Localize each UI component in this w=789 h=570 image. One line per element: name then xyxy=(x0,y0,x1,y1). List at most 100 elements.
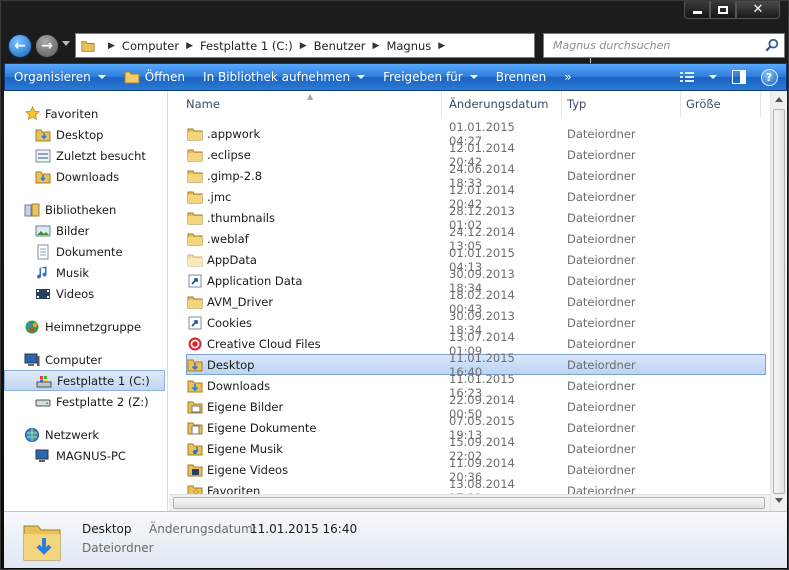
chevron-right-icon[interactable]: ▶ xyxy=(373,41,380,51)
downloads-folder-icon xyxy=(187,378,203,394)
back-button[interactable]: ← xyxy=(8,34,32,58)
address-bar[interactable]: ▶ Computer ▶ Festplatte 1 (C:) ▶ Benutze… xyxy=(75,33,606,63)
horizontal-scrollbar[interactable] xyxy=(169,494,770,511)
libraries-icon xyxy=(24,202,40,218)
breadcrumb-benutzer[interactable]: Benutzer xyxy=(314,39,366,53)
sidebar-item-pictures[interactable]: Bilder xyxy=(4,220,167,241)
chevron-right-icon: ▶ xyxy=(108,40,115,51)
maximize-button[interactable] xyxy=(710,1,736,19)
sidebar-item-label: Videos xyxy=(56,286,95,301)
file-type: Dateiordner xyxy=(567,210,636,225)
horizontal-scrollbar-thumb[interactable] xyxy=(173,497,765,509)
vertical-scrollbar[interactable] xyxy=(770,91,787,511)
details-item-name: Desktop xyxy=(82,522,132,536)
share-with-button[interactable]: Freigeben für xyxy=(374,64,487,90)
music-icon xyxy=(35,265,51,281)
sidebar-item-drive-z[interactable]: Festplatte 2 (Z:) xyxy=(4,391,167,412)
file-name: AVM_Driver xyxy=(207,294,274,309)
open-button[interactable]: Öffnen xyxy=(115,64,194,90)
navigation-bar: ← → ▶ Computer ▶ Festplatte 1 (C:) ▶ Ben… xyxy=(1,29,789,63)
forward-button[interactable]: → xyxy=(35,34,59,58)
search-icon[interactable] xyxy=(765,38,779,52)
chevron-right-icon[interactable]: ▶ xyxy=(186,41,193,51)
sidebar-favorites[interactable]: Favoriten xyxy=(4,103,167,124)
sidebar-item-downloads[interactable]: Downloads xyxy=(4,166,167,187)
scroll-down-icon[interactable] xyxy=(775,498,783,503)
search-input[interactable] xyxy=(553,39,758,52)
file-type: Dateiordner xyxy=(567,315,636,330)
sidebar-item-label: Bilder xyxy=(56,223,90,238)
scroll-up-icon[interactable] xyxy=(775,97,783,102)
preview-pane-button[interactable] xyxy=(726,64,752,90)
file-name: .appwork xyxy=(207,126,261,141)
file-name-cell: .jmc xyxy=(187,189,427,205)
file-name-cell: Eigene Dokumente xyxy=(187,420,427,436)
sidebar-item-drive-c[interactable]: Festplatte 1 (C:) xyxy=(4,370,165,391)
column-header-type[interactable]: Typ xyxy=(562,91,681,117)
file-name: Eigene Musik xyxy=(207,441,283,456)
command-bar: Organisieren Öffnen In Bibliothek aufneh… xyxy=(4,63,787,91)
details-pane: Desktop Änderungsdatum: 11.01.2015 16:40… xyxy=(4,511,787,568)
sidebar-favorites-label: Favoriten xyxy=(45,106,99,121)
folder-icon xyxy=(80,38,96,54)
file-type: Dateiordner xyxy=(567,126,636,141)
window-controls: ✕ xyxy=(684,1,780,19)
burn-button[interactable]: Brennen xyxy=(487,64,555,90)
breadcrumb-magnus[interactable]: Magnus xyxy=(386,39,431,53)
organize-button[interactable]: Organisieren xyxy=(5,64,115,90)
column-header-date[interactable]: Änderungsdatum xyxy=(442,91,562,117)
music-folder-icon xyxy=(187,441,203,457)
sidebar-computer[interactable]: Computer xyxy=(4,349,167,370)
desktop-folder-icon xyxy=(35,127,51,143)
vertical-scrollbar-thumb[interactable] xyxy=(773,109,785,494)
file-name: Cookies xyxy=(207,315,253,330)
file-name-cell: Creative Cloud Files xyxy=(187,336,427,352)
sidebar-item-recent[interactable]: Zuletzt besucht xyxy=(4,145,167,166)
star-icon xyxy=(24,106,40,122)
column-header-name[interactable]: Name ▲ xyxy=(169,91,442,117)
sidebar-item-label: MAGNUS-PC xyxy=(56,448,126,463)
include-in-library-button[interactable]: In Bibliothek aufnehmen xyxy=(194,64,374,90)
chevron-right-icon[interactable]: ▶ xyxy=(300,41,307,51)
sidebar-network[interactable]: Netzwerk xyxy=(4,424,167,445)
sidebar-item-documents[interactable]: Dokumente xyxy=(4,241,167,262)
system-drive-icon xyxy=(36,373,52,389)
sidebar-homegroup[interactable]: Heimnetzgruppe xyxy=(4,316,167,337)
open-label: Öffnen xyxy=(144,70,186,84)
minimize-button[interactable] xyxy=(684,1,710,19)
hard-drive-icon xyxy=(35,394,51,410)
file-name-cell: Eigene Videos xyxy=(187,462,427,478)
file-name-cell: Eigene Musik xyxy=(187,441,427,457)
folder-icon xyxy=(187,189,203,205)
view-options-dropdown[interactable] xyxy=(700,64,726,90)
search-box xyxy=(543,33,785,58)
file-name-cell: AppData xyxy=(187,252,427,268)
sidebar-libraries[interactable]: Bibliotheken xyxy=(4,199,167,220)
sidebar-item-music[interactable]: Musik xyxy=(4,262,167,283)
sidebar-item-desktop[interactable]: Desktop xyxy=(4,124,167,145)
sidebar-item-videos[interactable]: Videos xyxy=(4,283,167,304)
network-icon xyxy=(24,427,40,443)
libraries-group: Bibliotheken Bilder Dokumente Musik Vide… xyxy=(4,199,167,304)
recent-pages-dropdown[interactable] xyxy=(62,41,70,46)
breadcrumb-drive-c[interactable]: Festplatte 1 (C:) xyxy=(200,39,293,53)
chevron-right-icon[interactable]: ▶ xyxy=(438,41,445,51)
column-header-size[interactable]: Größe xyxy=(681,91,761,117)
file-name-cell: Cookies xyxy=(187,315,427,331)
sidebar-item-magnus-pc[interactable]: MAGNUS-PC xyxy=(4,445,167,466)
hidden-folder-icon xyxy=(187,252,203,268)
column-headers: Name ▲ Änderungsdatum Typ Größe xyxy=(169,91,769,117)
help-button[interactable]: ? xyxy=(752,64,786,90)
close-button[interactable]: ✕ xyxy=(736,1,780,19)
documents-icon xyxy=(35,244,51,260)
more-commands-button[interactable]: » xyxy=(555,64,580,90)
file-type: Dateiordner xyxy=(567,252,636,267)
downloads-folder-icon xyxy=(35,169,51,185)
file-name: .gimp-2.8 xyxy=(207,168,263,183)
breadcrumb-computer[interactable]: Computer xyxy=(122,39,179,53)
explorer-window: ✕ ← → ▶ Computer ▶ Festplatte 1 (C:) ▶ B… xyxy=(0,0,789,570)
pictures-icon xyxy=(35,223,51,239)
sidebar-libraries-label: Bibliotheken xyxy=(45,202,117,217)
organize-label: Organisieren xyxy=(14,70,91,84)
change-view-button[interactable] xyxy=(674,64,700,90)
